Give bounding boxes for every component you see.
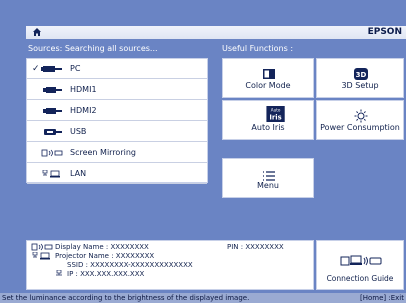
pc-input-icon	[41, 66, 62, 72]
power-consumption-label: Power Consumption	[320, 123, 400, 132]
source-item-hdmi1[interactable]: HDMI1	[27, 80, 207, 100]
auto-iris-label: Auto Iris	[251, 123, 285, 132]
auto-iris-icon: Auto Iris	[266, 106, 285, 122]
3d-setup-button[interactable]: 3D 3D Setup	[316, 58, 404, 98]
color-mode-button[interactable]: Color Mode	[222, 58, 314, 98]
source-item-hdmi2[interactable]: HDMI2	[27, 101, 207, 121]
ip-text: IP : XXX.XXX.XXX.XXX	[67, 270, 145, 278]
lan-icon	[42, 170, 60, 178]
source-label-hdmi2: HDMI2	[70, 106, 97, 115]
home-icon[interactable]	[32, 27, 42, 37]
source-item-lan[interactable]: LAN	[27, 164, 207, 184]
source-label-hdmi1: HDMI1	[70, 85, 97, 94]
source-label-screen-mirroring: Screen Mirroring	[70, 148, 136, 157]
functions-heading: Useful Functions :	[222, 44, 294, 53]
source-item-screen-mirroring[interactable]: Screen Mirroring	[27, 143, 207, 163]
3d-setup-icon: 3D	[354, 68, 368, 80]
iris-icon-text-top: Auto	[271, 108, 281, 113]
display-name-text: Display Name : XXXXXXXX	[55, 243, 149, 251]
connection-guide-button[interactable]: Connection Guide	[316, 240, 404, 290]
screen-mirroring-icon	[41, 149, 63, 157]
color-mode-icon	[263, 69, 275, 79]
power-consumption-icon	[354, 109, 368, 123]
hdmi-icon	[43, 87, 62, 93]
usb-icon	[44, 129, 62, 135]
source-label-usb: USB	[70, 127, 87, 136]
hdmi-icon	[43, 108, 62, 114]
source-list: ✓ PC HDMI1 HDMI2 USB Screen Mirroring LA…	[26, 58, 208, 184]
screen-mirroring-icon	[31, 243, 53, 251]
top-margin	[0, 0, 406, 26]
iris-icon-text-bottom: Iris	[269, 114, 281, 122]
network-node-icon	[56, 270, 62, 276]
ssid-text: SSID : XXXXXXXX-XXXXXXXXXXXXX	[67, 261, 193, 269]
brand-logo: EPSON	[367, 27, 402, 37]
network-info-panel: Display Name : XXXXXXXX PIN : XXXXXXXX P…	[26, 240, 314, 290]
source-item-usb[interactable]: USB	[27, 122, 207, 142]
sources-heading: Sources: Searching all sources...	[28, 44, 158, 53]
source-label-pc: PC	[70, 64, 81, 73]
title-bar	[26, 26, 406, 39]
exit-hint: [Home] :Exit	[360, 294, 404, 302]
check-icon: ✓	[32, 64, 40, 74]
connection-guide-icon	[340, 255, 382, 266]
projector-name-text: Projector Name : XXXXXXXX	[55, 252, 155, 260]
auto-iris-button[interactable]: Auto Iris Auto Iris	[222, 100, 314, 140]
lan-icon	[32, 252, 50, 260]
status-message: Set the luminance according to the brigh…	[2, 294, 250, 302]
power-consumption-button[interactable]: Power Consumption	[316, 100, 404, 140]
3d-setup-label: 3D Setup	[341, 81, 379, 90]
source-item-pc[interactable]: ✓ PC	[27, 59, 207, 79]
connection-guide-label: Connection Guide	[326, 274, 394, 283]
color-mode-label: Color Mode	[245, 81, 291, 90]
menu-button[interactable]: Menu	[222, 158, 314, 198]
source-label-lan: LAN	[70, 169, 87, 178]
3d-icon-text: 3D	[356, 71, 367, 79]
pin-text: PIN : XXXXXXXX	[227, 243, 284, 251]
status-bar: Set the luminance according to the brigh…	[0, 293, 406, 303]
menu-label: Menu	[257, 181, 279, 190]
